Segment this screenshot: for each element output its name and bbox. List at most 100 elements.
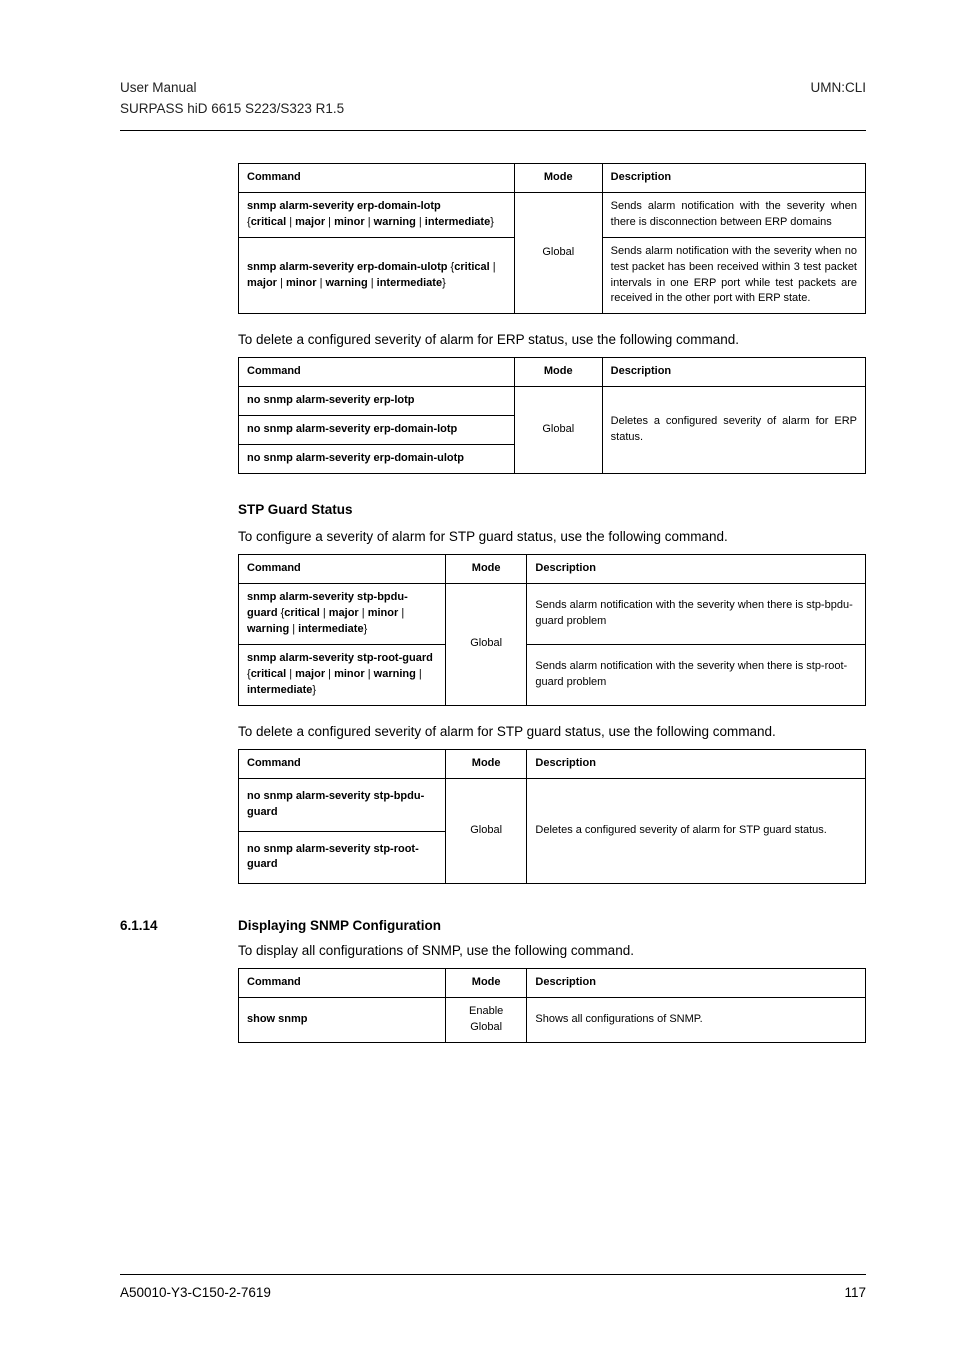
cmd-part: | [416, 668, 422, 680]
cmd-part: minor [334, 216, 365, 228]
th-mode: Mode [445, 555, 527, 584]
cmd-part: } [364, 623, 368, 635]
footer-docid: A50010-Y3-C150-2-7619 [120, 1285, 271, 1300]
paragraph: To display all configurations of SNMP, u… [238, 943, 866, 958]
cmd-part: | [398, 607, 404, 619]
th-description: Description [602, 163, 865, 192]
cmd-cell: snmp alarm-severity stp-bpdu-guard {crit… [239, 584, 446, 645]
cmd-part: minor [368, 607, 399, 619]
desc-cell: Sends alarm notification with the severi… [527, 644, 866, 705]
table-row: snmp alarm-severity stp-bpdu-guard {crit… [239, 584, 866, 645]
cmd-part: snmp alarm-severity erp-domain-ulotp [247, 261, 448, 273]
header-rule [120, 130, 866, 131]
cmd-cell: snmp alarm-severity erp-domain-ulotp {cr… [239, 237, 515, 314]
paragraph: To configure a severity of alarm for STP… [238, 529, 866, 544]
mode-cell: Global [445, 584, 527, 706]
cmd-cell: no snmp alarm-severity erp-lotp [239, 387, 515, 416]
cmd-cell: no snmp alarm-severity stp-bpdu-guard [239, 778, 446, 831]
cmd-part: | [368, 277, 377, 289]
desc-cell: Sends alarm notification with the severi… [527, 584, 866, 645]
cmd-part: } [490, 216, 494, 228]
th-command: Command [239, 749, 446, 778]
cmd-part: | [277, 277, 286, 289]
stp-severity-table: Command Mode Description snmp alarm-seve… [238, 554, 866, 706]
page-header: User Manual SURPASS hiD 6615 S223/S323 R… [120, 78, 866, 120]
table-header-row: Command Mode Description [239, 358, 866, 387]
cmd-part: major [329, 607, 359, 619]
manual-title: User Manual [120, 78, 344, 99]
th-command: Command [239, 163, 515, 192]
product-line: SURPASS hiD 6615 S223/S323 R1.5 [120, 99, 344, 120]
snmp-show-table: Command Mode Description show snmp Enabl… [238, 968, 866, 1043]
page-footer: A50010-Y3-C150-2-7619 117 [120, 1274, 866, 1300]
desc-cell: Sends alarm notification with the severi… [602, 192, 865, 237]
cmd-part: warning [374, 668, 416, 680]
cmd-cell: snmp alarm-severity erp-domain-lotp {cri… [239, 192, 515, 237]
cmd-part: | [325, 668, 334, 680]
cmd-part: major [295, 668, 325, 680]
cmd-part: minor [286, 277, 317, 289]
table-row: show snmp Enable Global Shows all config… [239, 998, 866, 1043]
cmd-part: critical [251, 216, 286, 228]
th-mode: Mode [445, 969, 527, 998]
cmd-part: | [289, 623, 298, 635]
cmd-part: snmp alarm-severity erp-domain-lotp [247, 200, 441, 212]
cmd-part: | [286, 216, 295, 228]
mode-cell: Enable Global [445, 998, 527, 1043]
desc-cell: Sends alarm notification with the severi… [602, 237, 865, 314]
th-mode: Mode [514, 163, 602, 192]
cmd-part: intermediate [247, 684, 312, 696]
section-heading-row: 6.1.14 Displaying SNMP Configuration [238, 918, 866, 933]
cmd-part: major [247, 277, 277, 289]
cmd-part: intermediate [298, 623, 363, 635]
erp-delete-table: Command Mode Description no snmp alarm-s… [238, 357, 866, 474]
cmd-part: warning [374, 216, 416, 228]
cmd-cell: no snmp alarm-severity stp-root-guard [239, 831, 446, 884]
cmd-part: critical [251, 668, 286, 680]
section-number: 6.1.14 [120, 918, 238, 933]
mode-cell: Global [445, 778, 527, 884]
cmd-cell: no snmp alarm-severity erp-domain-ulotp [239, 445, 515, 474]
cmd-part: | [317, 277, 326, 289]
th-description: Description [527, 969, 866, 998]
th-description: Description [527, 555, 866, 584]
cmd-part: } [442, 277, 446, 289]
cmd-part: | [325, 216, 334, 228]
cmd-part: snmp alarm-severity stp-root-guard [247, 652, 433, 664]
header-left: User Manual SURPASS hiD 6615 S223/S323 R… [120, 78, 344, 120]
cmd-part: | [365, 668, 374, 680]
th-mode: Mode [514, 358, 602, 387]
cmd-cell: snmp alarm-severity stp-root-guard {crit… [239, 644, 446, 705]
cmd-part: critical [284, 607, 319, 619]
desc-cell: Deletes a configured severity of alarm f… [602, 387, 865, 474]
table-row: snmp alarm-severity erp-domain-lotp {cri… [239, 192, 866, 237]
cmd-part: | [320, 607, 329, 619]
desc-cell: Shows all configurations of SNMP. [527, 998, 866, 1043]
table-row: snmp alarm-severity stp-root-guard {crit… [239, 644, 866, 705]
page: User Manual SURPASS hiD 6615 S223/S323 R… [0, 0, 954, 1350]
paragraph: To delete a configured severity of alarm… [238, 332, 866, 347]
table-row: no snmp alarm-severity erp-lotp Global D… [239, 387, 866, 416]
cmd-cell: no snmp alarm-severity erp-domain-lotp [239, 416, 515, 445]
cmd-part: major [295, 216, 325, 228]
cmd-cell: show snmp [239, 998, 446, 1043]
stp-delete-table: Command Mode Description no snmp alarm-s… [238, 749, 866, 885]
th-command: Command [239, 555, 446, 584]
cmd-part: | [416, 216, 425, 228]
cmd-part: intermediate [425, 216, 490, 228]
mode-value: Global [470, 1021, 502, 1033]
footer-pagenum: 117 [844, 1285, 866, 1300]
th-command: Command [239, 358, 515, 387]
header-right: UMN:CLI [810, 78, 866, 120]
cmd-part: | [365, 216, 374, 228]
cmd-part: | [286, 668, 295, 680]
mode-cell: Global [514, 387, 602, 474]
table-header-row: Command Mode Description [239, 555, 866, 584]
table-header-row: Command Mode Description [239, 163, 866, 192]
table-row: no snmp alarm-severity stp-bpdu-guard Gl… [239, 778, 866, 831]
paragraph: To delete a configured severity of alarm… [238, 724, 866, 739]
th-description: Description [602, 358, 865, 387]
cmd-part: | [359, 607, 368, 619]
th-mode: Mode [445, 749, 527, 778]
mode-cell: Global [514, 192, 602, 314]
